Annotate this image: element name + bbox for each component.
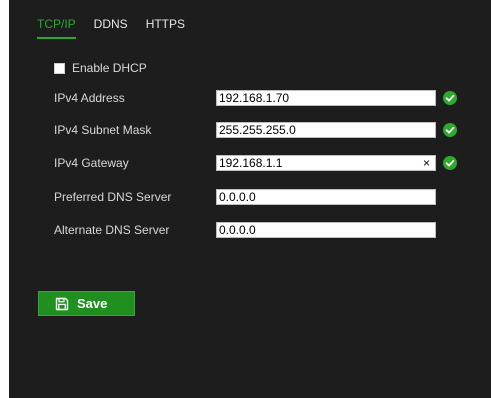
save-button-label: Save xyxy=(77,295,108,311)
alternate-dns-label: Alternate DNS Server xyxy=(54,223,170,237)
ipv4-address-input[interactable] xyxy=(216,90,436,106)
alternate-dns-input[interactable] xyxy=(216,222,436,238)
ipv4-subnet-mask-label: IPv4 Subnet Mask xyxy=(54,123,152,137)
save-button[interactable]: Save xyxy=(38,291,135,316)
check-circle-icon xyxy=(443,156,457,170)
ipv4-gateway-input[interactable] xyxy=(216,155,436,171)
preferred-dns-input[interactable] xyxy=(216,189,436,205)
ipv4-address-label: IPv4 Address xyxy=(54,91,125,105)
tab-https[interactable]: HTTPS xyxy=(146,17,185,39)
preferred-dns-label: Preferred DNS Server xyxy=(54,190,172,204)
clear-icon[interactable]: × xyxy=(423,156,430,170)
enable-dhcp-row[interactable]: Enable DHCP xyxy=(54,61,147,75)
floppy-disk-icon xyxy=(55,297,69,310)
tab-bar: TCP/IP DDNS HTTPS xyxy=(37,17,203,39)
ipv4-gateway-label: IPv4 Gateway xyxy=(54,156,129,170)
network-settings-panel: TCP/IP DDNS HTTPS Enable DHCP IPv4 Addre… xyxy=(9,0,491,398)
check-circle-icon xyxy=(443,123,457,137)
enable-dhcp-checkbox[interactable] xyxy=(54,62,65,74)
enable-dhcp-label: Enable DHCP xyxy=(72,61,147,75)
tab-tcpip[interactable]: TCP/IP xyxy=(37,17,76,39)
tab-ddns[interactable]: DDNS xyxy=(94,17,128,39)
check-circle-icon xyxy=(443,91,457,105)
ipv4-subnet-mask-input[interactable] xyxy=(216,122,436,138)
